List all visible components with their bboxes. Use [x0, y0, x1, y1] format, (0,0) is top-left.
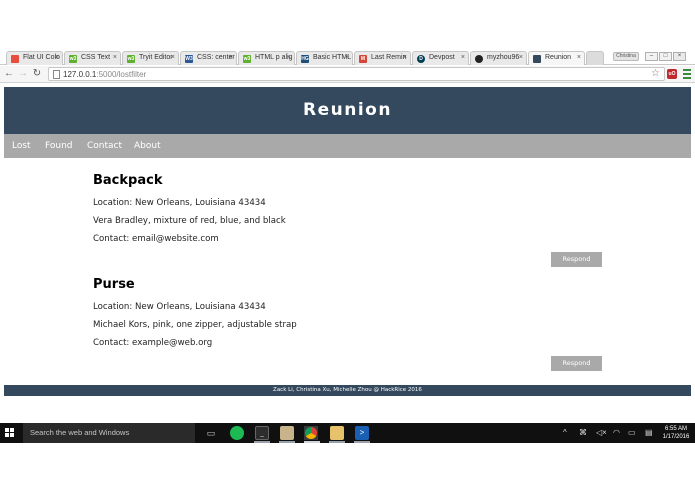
maximize-icon[interactable]: □ — [659, 52, 672, 61]
ublock-extension-icon[interactable]: uO — [667, 69, 677, 79]
volume-icon[interactable]: ◁× — [596, 423, 607, 443]
nav-link-contact[interactable]: Contact — [87, 134, 122, 158]
clock-time: 6:55 AM — [664, 426, 687, 432]
tab-label: myzhou96 — [487, 54, 520, 61]
close-tab-icon[interactable]: × — [171, 52, 175, 64]
htmlgoodies-favicon-icon: HG — [301, 55, 309, 63]
task-view-icon[interactable]: ▭ — [204, 426, 218, 440]
close-tab-icon[interactable]: × — [577, 52, 581, 64]
browser-tab[interactable]: W3 CSS: center × — [180, 51, 237, 65]
w3schools-favicon-icon: w3 — [69, 55, 77, 63]
item-title: Backpack — [93, 173, 163, 188]
close-tab-icon[interactable]: × — [55, 52, 59, 64]
address-bar[interactable]: 127.0.0.1:5000/lostfilter ☆ — [48, 67, 665, 81]
running-indicator — [304, 441, 320, 443]
bookmark-star-icon[interactable]: ☆ — [651, 68, 660, 80]
respond-button[interactable]: Respond — [551, 252, 602, 267]
item-description: Michael Kors, pink, one zipper, adjustab… — [93, 320, 297, 330]
tab-label: Devpost — [429, 54, 455, 61]
close-tab-icon[interactable]: × — [519, 52, 523, 64]
browser-tab[interactable]: D Devpost × — [412, 51, 469, 65]
forward-arrow-icon[interactable]: → — [17, 68, 29, 80]
close-tab-icon[interactable]: × — [229, 52, 233, 64]
flat-ui-favicon-icon — [11, 55, 19, 63]
close-tab-icon[interactable]: × — [345, 52, 349, 64]
page-favicon-icon — [533, 55, 541, 63]
new-tab-button[interactable] — [586, 51, 604, 65]
clock-date: 1/17/2016 — [662, 434, 690, 440]
running-indicator — [329, 441, 345, 443]
tab-label: CSS Text — [81, 54, 111, 61]
terminal-icon[interactable]: _ — [255, 426, 269, 440]
close-tab-icon[interactable]: × — [113, 52, 117, 64]
respond-button[interactable]: Respond — [551, 356, 602, 371]
browser-tab-active[interactable]: Reunion × — [528, 51, 585, 65]
devpost-favicon-icon: D — [417, 55, 425, 63]
close-tab-icon[interactable]: × — [461, 52, 465, 64]
back-arrow-icon[interactable]: ← — [3, 68, 15, 80]
taskbar-clock[interactable]: 6:55 AM 1/17/2016 — [660, 425, 692, 441]
search-placeholder: Search the web and Windows — [30, 428, 130, 437]
minimize-icon[interactable]: – — [645, 52, 658, 61]
powershell-icon[interactable]: > — [355, 426, 369, 440]
tab-label: Reunion — [545, 54, 572, 61]
notifications-icon[interactable]: ▤ — [645, 423, 653, 443]
w3schools-favicon-icon: w3 — [243, 55, 251, 63]
browser-tab-strip: Flat UI Colo × w3 CSS Text × w3 Tryit Ed… — [0, 48, 695, 65]
battery-icon[interactable]: ▭ — [628, 423, 636, 443]
browser-toolbar: ← → ↻ 127.0.0.1:5000/lostfilter ☆ uO — [0, 66, 695, 83]
w3c-favicon-icon: W3 — [185, 55, 193, 63]
browser-tab[interactable]: HG Basic HTML × — [296, 51, 353, 65]
chrome-icon — [305, 427, 317, 439]
browser-tab[interactable]: M Last Remin × — [354, 51, 411, 65]
nav-link-found[interactable]: Found — [45, 134, 72, 158]
nav-link-lost[interactable]: Lost — [12, 134, 31, 158]
tab-label: Tryit Editor — [139, 54, 173, 61]
browser-tab[interactable]: w3 HTML p alig × — [238, 51, 295, 65]
site-header: Reunion — [4, 87, 691, 134]
close-window-icon[interactable]: × — [673, 52, 686, 61]
taskbar-search-box[interactable]: Search the web and Windows — [23, 423, 195, 443]
running-indicator — [254, 441, 270, 443]
windows-start-icon[interactable] — [5, 428, 15, 438]
tab-label: Last Remin — [371, 54, 407, 61]
w3schools-favicon-icon: w3 — [127, 55, 135, 63]
running-indicator — [279, 441, 295, 443]
running-indicator — [354, 441, 370, 443]
item-location: Location: New Orleans, Louisiana 43434 — [93, 198, 266, 208]
tray-chevron-icon[interactable]: ^ — [563, 423, 567, 443]
spotify-icon[interactable] — [230, 426, 244, 440]
site-nav: Lost Found Contact About — [4, 134, 691, 158]
file-explorer-icon[interactable] — [330, 426, 344, 440]
item-description: Vera Bradley, mixture of red, blue, and … — [93, 216, 286, 226]
item-title: Purse — [93, 277, 135, 292]
profile-button[interactable]: Christina — [613, 52, 639, 61]
tray-network-icon[interactable]: ⌘ — [579, 423, 587, 443]
item-contact: Contact: example@web.org — [93, 338, 213, 348]
url-text: 127.0.0.1:5000/lostfilter — [63, 70, 147, 79]
sublime-icon[interactable] — [280, 426, 294, 440]
windows-taskbar: Search the web and Windows ▭ _ > ^ ⌘ ◁× … — [0, 423, 695, 443]
browser-tab[interactable]: myzhou96 × — [470, 51, 527, 65]
browser-tab[interactable]: w3 CSS Text × — [64, 51, 121, 65]
nav-link-about[interactable]: About — [134, 134, 161, 158]
close-tab-icon[interactable]: × — [287, 52, 291, 64]
site-title: Reunion — [303, 100, 392, 120]
github-favicon-icon — [475, 55, 483, 63]
wifi-icon[interactable]: ◠ — [613, 423, 620, 443]
gmail-favicon-icon: M — [359, 55, 367, 63]
close-tab-icon[interactable]: × — [403, 52, 407, 64]
browser-tab[interactable]: Flat UI Colo × — [6, 51, 63, 65]
page-icon — [53, 70, 60, 79]
menu-icon[interactable] — [682, 68, 692, 80]
screen: Flat UI Colo × w3 CSS Text × w3 Tryit Ed… — [0, 0, 695, 494]
browser-tab[interactable]: w3 Tryit Editor × — [122, 51, 179, 65]
site-footer: Zack Li, Christina Xu, Michelle Zhou @ H… — [4, 385, 691, 396]
chrome-active-bg[interactable] — [304, 426, 318, 440]
item-contact: Contact: email@website.com — [93, 234, 219, 244]
item-location: Location: New Orleans, Louisiana 43434 — [93, 302, 266, 312]
reload-icon[interactable]: ↻ — [31, 68, 43, 80]
